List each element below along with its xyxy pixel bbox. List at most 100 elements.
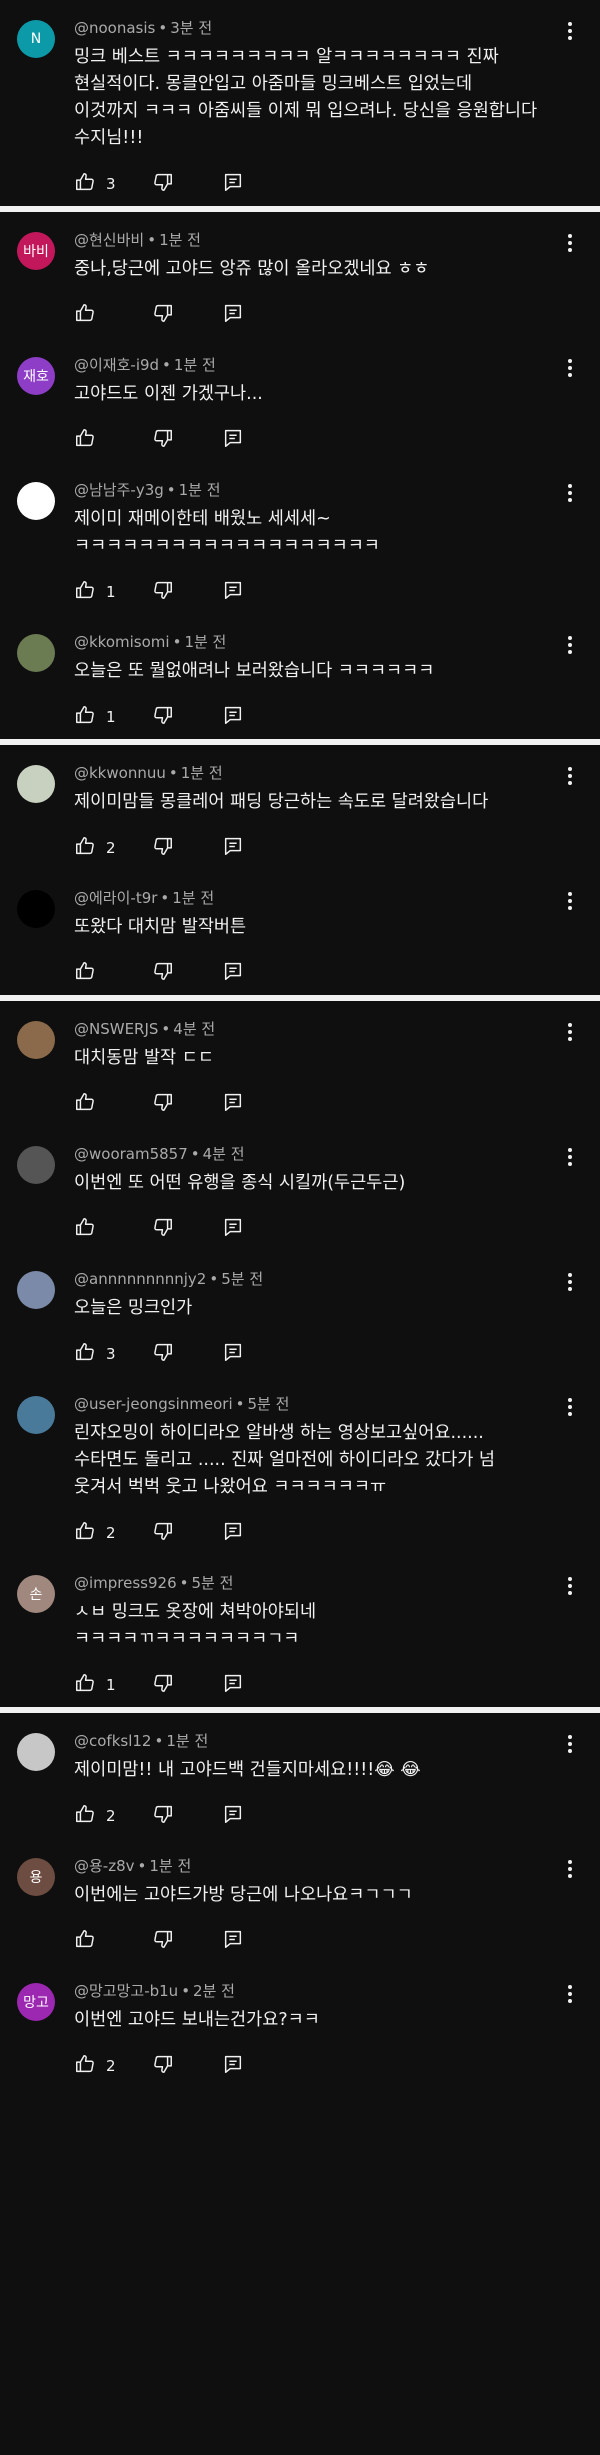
- avatar[interactable]: [17, 1396, 55, 1434]
- like-button[interactable]: 2: [74, 835, 124, 861]
- reply-button[interactable]: [222, 2053, 244, 2079]
- reply-icon: [222, 1672, 244, 1698]
- like-button[interactable]: 2: [74, 2053, 124, 2079]
- avatar[interactable]: 손: [17, 1575, 55, 1613]
- comment-actions: 3: [74, 1332, 540, 1376]
- avatar[interactable]: [17, 1733, 55, 1771]
- comment-author[interactable]: @wooram5857: [74, 1145, 188, 1163]
- reply-button[interactable]: [222, 1216, 244, 1242]
- comment-author[interactable]: @cofksl12: [74, 1732, 151, 1750]
- like-button[interactable]: 2: [74, 1520, 124, 1546]
- comment-author[interactable]: @kkomisomi: [74, 633, 170, 651]
- reply-button[interactable]: [222, 1928, 244, 1954]
- avatar[interactable]: [17, 765, 55, 803]
- more-options-icon[interactable]: [568, 1985, 574, 2003]
- more-options-icon[interactable]: [568, 234, 574, 252]
- dislike-button[interactable]: [152, 835, 202, 861]
- comment-author[interactable]: @망고망고-b1u: [74, 1982, 178, 2000]
- comment-author[interactable]: @남남주-y3g: [74, 481, 164, 499]
- avatar[interactable]: [17, 1021, 55, 1059]
- reply-icon: [222, 1091, 244, 1117]
- like-button[interactable]: [74, 1091, 124, 1117]
- dislike-button[interactable]: [152, 2053, 202, 2079]
- more-options-icon[interactable]: [568, 1860, 574, 1878]
- reply-button[interactable]: [222, 171, 244, 197]
- reply-button[interactable]: [222, 427, 244, 453]
- more-options-icon[interactable]: [568, 1398, 574, 1416]
- meta-separator: •: [166, 481, 176, 499]
- comment-author[interactable]: @impress926: [74, 1574, 177, 1592]
- avatar[interactable]: 바비: [17, 232, 55, 270]
- comment-author[interactable]: @NSWERJS: [74, 1020, 158, 1038]
- reply-button[interactable]: [222, 302, 244, 328]
- dislike-button[interactable]: [152, 1672, 202, 1698]
- like-button[interactable]: 2: [74, 1803, 124, 1829]
- comment-text: 제이미맘들 몽클레어 패딩 당근하는 속도로 달려왔습니다: [74, 792, 489, 812]
- dislike-button[interactable]: [152, 704, 202, 730]
- avatar[interactable]: 망고: [17, 1983, 55, 2021]
- like-button[interactable]: 1: [74, 704, 124, 730]
- more-options-icon[interactable]: [568, 22, 574, 40]
- comment-author[interactable]: @kkwonnuu: [74, 764, 166, 782]
- reply-button[interactable]: [222, 1341, 244, 1367]
- more-options-icon[interactable]: [568, 636, 574, 654]
- meta-separator: •: [160, 889, 170, 907]
- comment-author[interactable]: @현신바비: [74, 231, 144, 249]
- reply-button[interactable]: [222, 960, 244, 986]
- avatar[interactable]: [17, 634, 55, 672]
- reply-button[interactable]: [222, 1803, 244, 1829]
- reply-button[interactable]: [222, 579, 244, 605]
- more-options-icon[interactable]: [568, 1273, 574, 1291]
- more-options-icon[interactable]: [568, 1023, 574, 1041]
- comment-time: 3분 전: [170, 19, 213, 37]
- avatar[interactable]: [17, 1146, 55, 1184]
- comment-author[interactable]: @user-jeongsinmeori: [74, 1395, 233, 1413]
- avatar[interactable]: [17, 890, 55, 928]
- more-options-icon[interactable]: [568, 359, 574, 377]
- dislike-button[interactable]: [152, 171, 202, 197]
- like-count: 2: [106, 2057, 116, 2075]
- avatar[interactable]: [17, 1271, 55, 1309]
- like-button[interactable]: 1: [74, 1672, 124, 1698]
- dislike-button[interactable]: [152, 1341, 202, 1367]
- avatar[interactable]: 재호: [17, 357, 55, 395]
- avatar[interactable]: N: [17, 20, 55, 58]
- more-options-icon[interactable]: [568, 767, 574, 785]
- like-button[interactable]: [74, 1928, 124, 1954]
- reply-button[interactable]: [222, 704, 244, 730]
- reply-button[interactable]: [222, 1091, 244, 1117]
- dislike-button[interactable]: [152, 427, 202, 453]
- like-button[interactable]: [74, 960, 124, 986]
- like-button[interactable]: 3: [74, 1341, 124, 1367]
- reply-button[interactable]: [222, 1672, 244, 1698]
- comment-author[interactable]: @용-z8v: [74, 1857, 135, 1875]
- more-options-icon[interactable]: [568, 1577, 574, 1595]
- dislike-button[interactable]: [152, 1216, 202, 1242]
- dislike-button[interactable]: [152, 960, 202, 986]
- like-button[interactable]: 3: [74, 171, 124, 197]
- reply-button[interactable]: [222, 1520, 244, 1546]
- like-button[interactable]: 1: [74, 579, 124, 605]
- dislike-button[interactable]: [152, 579, 202, 605]
- comment-author[interactable]: @이재호-i9d: [74, 356, 159, 374]
- dislike-button[interactable]: [152, 1928, 202, 1954]
- comment-text: 오늘은 또 뭘없애려나 보러왔습니다 ㅋㅋㅋㅋㅋㅋ: [74, 661, 435, 681]
- comment-author[interactable]: @annnnnnnnnjy2: [74, 1270, 206, 1288]
- more-options-icon[interactable]: [568, 892, 574, 910]
- avatar[interactable]: 용: [17, 1858, 55, 1896]
- more-options-icon[interactable]: [568, 1148, 574, 1166]
- comment-author[interactable]: @noonasis: [74, 19, 155, 37]
- comment-author[interactable]: @에라이-t9r: [74, 889, 157, 907]
- like-button[interactable]: [74, 302, 124, 328]
- like-button[interactable]: [74, 1216, 124, 1242]
- more-options-icon[interactable]: [568, 484, 574, 502]
- like-button[interactable]: [74, 427, 124, 453]
- avatar[interactable]: [17, 482, 55, 520]
- more-options-icon[interactable]: [568, 1735, 574, 1753]
- reply-button[interactable]: [222, 835, 244, 861]
- dislike-button[interactable]: [152, 1520, 202, 1546]
- dislike-button[interactable]: [152, 1091, 202, 1117]
- meta-separator: •: [137, 1857, 147, 1875]
- dislike-button[interactable]: [152, 1803, 202, 1829]
- dislike-button[interactable]: [152, 302, 202, 328]
